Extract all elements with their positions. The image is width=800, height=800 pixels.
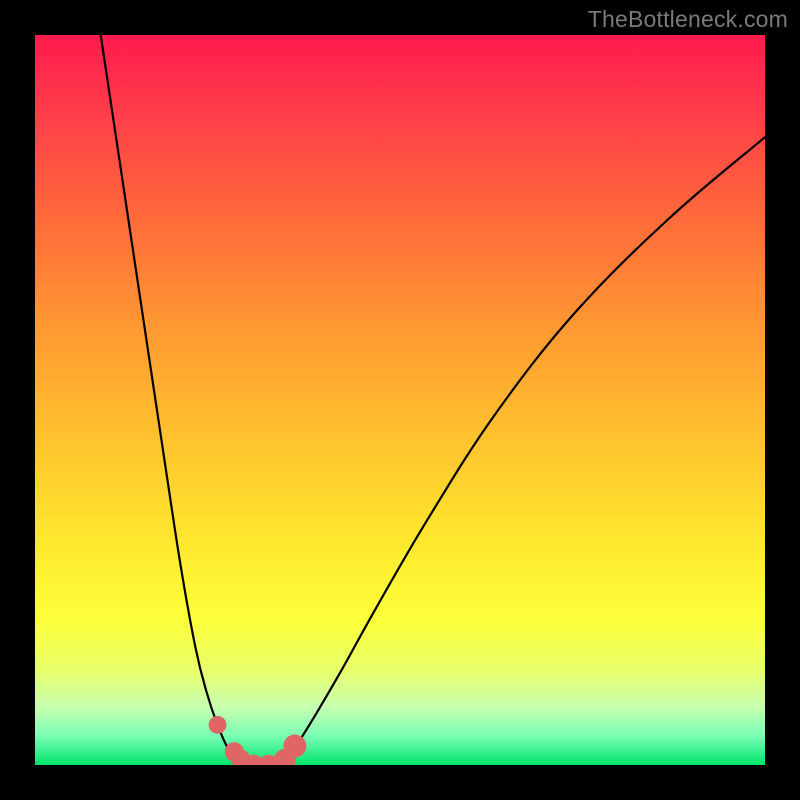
valley-marker (209, 716, 227, 734)
right-curve (283, 137, 765, 760)
curve-layer (35, 35, 765, 765)
left-curve (101, 35, 240, 761)
valley-marker (283, 734, 306, 757)
watermark-text: TheBottleneck.com (588, 6, 788, 33)
plot-area (35, 35, 765, 765)
chart-frame: TheBottleneck.com (0, 0, 800, 800)
